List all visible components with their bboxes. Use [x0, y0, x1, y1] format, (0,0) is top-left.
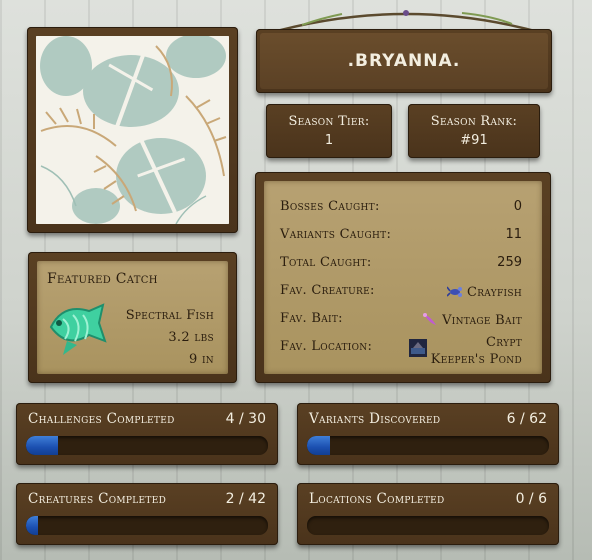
progress-count: 4 / 30: [225, 411, 266, 427]
season-rank-label: Season Rank:: [430, 114, 518, 129]
featured-catch-info: Spectral Fish 3.2 lbs 9 in: [126, 305, 214, 371]
progress-count: 6 / 62: [506, 411, 547, 427]
player-name: .BRYANNA.: [347, 51, 461, 71]
profile-picture: [36, 36, 229, 224]
progress-track: [26, 516, 268, 535]
season-tier-sign: Season Tier: 1: [266, 104, 392, 158]
progress-fill: [26, 516, 38, 535]
featured-fish-length: 9 in: [188, 352, 214, 367]
crayfish-icon: [446, 286, 462, 297]
creatures-progress: Creatures Completed 2 / 42: [16, 483, 278, 545]
stat-value: Vintage Bait: [422, 311, 522, 328]
stat-row-variants: Variants Caught: 11: [280, 227, 522, 255]
stat-label: Total Caught:: [280, 255, 372, 270]
variants-progress: Variants Discovered 6 / 62: [297, 403, 559, 465]
spectral-fish-icon: [49, 303, 107, 355]
season-tier-value: 1: [324, 133, 334, 148]
player-name-sign: .BRYANNA.: [256, 29, 552, 93]
challenges-progress: Challenges Completed 4 / 30: [16, 403, 278, 465]
stat-label: Fav. Bait:: [280, 311, 343, 326]
stat-label: Fav. Creature:: [280, 283, 375, 298]
stat-row-fav-creature: Fav. Creature: Crayfish: [280, 283, 522, 311]
stat-row-fav-location: Fav. Location: Crypt Keeper's Pond: [280, 335, 522, 379]
featured-fish-weight: 3.2 lbs: [168, 330, 214, 345]
stat-value: 0: [513, 199, 522, 214]
progress-fill: [307, 436, 331, 455]
progress-track: [307, 436, 549, 455]
progress-fill: [26, 436, 59, 455]
season-tier-label: Season Tier:: [288, 114, 370, 129]
stats-panel: Bosses Caught: 0 Variants Caught: 11 Tot…: [264, 181, 542, 374]
locations-progress: Locations Completed 0 / 6: [297, 483, 559, 545]
progress-count: 2 / 42: [225, 491, 266, 507]
featured-catch-title: Featured Catch: [47, 271, 158, 287]
stat-value: Crypt Keeper's Pond: [408, 334, 522, 368]
stat-label: Bosses Caught:: [280, 199, 380, 214]
progress-label: Locations Completed: [309, 491, 445, 507]
fav-creature-name: Crayfish: [466, 285, 522, 300]
featured-catch-board: Featured Catch Spectral Fish 3.2 lbs 9 i…: [28, 252, 237, 383]
stat-row-bosses: Bosses Caught: 0: [280, 199, 522, 227]
stat-label: Fav. Location:: [280, 339, 373, 354]
progress-label: Variants Discovered: [309, 411, 441, 427]
fav-location-line2: Keeper's Pond: [430, 352, 522, 367]
profile-picture-frame: [27, 27, 238, 233]
progress-track: [307, 516, 549, 535]
progress-track: [26, 436, 268, 455]
stat-value: 259: [497, 255, 522, 270]
stat-value: Crayfish: [446, 283, 522, 300]
stat-label: Variants Caught:: [280, 227, 392, 242]
featured-fish-name: Spectral Fish: [125, 308, 214, 323]
stats-board: Bosses Caught: 0 Variants Caught: 11 Tot…: [255, 172, 551, 383]
stat-row-total: Total Caught: 259: [280, 255, 522, 283]
crypt-keepers-pond-icon: [408, 339, 427, 357]
stat-value: 11: [505, 227, 522, 242]
vintage-bait-icon: [423, 313, 437, 325]
featured-catch-panel: Featured Catch Spectral Fish 3.2 lbs 9 i…: [37, 261, 228, 374]
progress-label: Challenges Completed: [28, 411, 175, 427]
fav-location-line1: Crypt: [486, 335, 522, 350]
progress-label: Creatures Completed: [28, 491, 167, 507]
fav-bait-name: Vintage Bait: [442, 313, 522, 328]
progress-count: 0 / 6: [515, 491, 547, 507]
season-rank-value: #91: [460, 133, 488, 148]
season-rank-sign: Season Rank: #91: [408, 104, 540, 158]
